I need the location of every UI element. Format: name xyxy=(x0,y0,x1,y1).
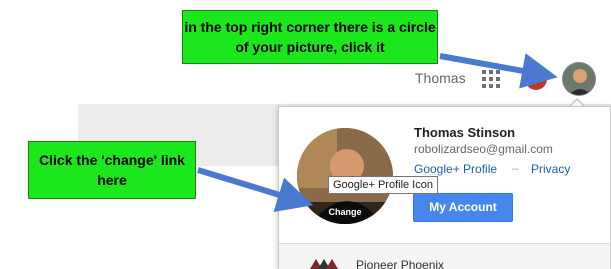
link-separator: – xyxy=(512,161,519,175)
profile-avatar-button[interactable] xyxy=(562,62,596,96)
account-name: Thomas Stinson xyxy=(414,125,516,140)
google-plus-profile-link[interactable]: Google+ Profile xyxy=(414,162,497,176)
privacy-link[interactable]: Privacy xyxy=(531,162,570,176)
profile-icon-tooltip: Google+ Profile Icon xyxy=(328,176,438,194)
instruction-callout-top: in the top right corner there is a circl… xyxy=(182,10,438,64)
account-email: robolizardseo@gmail.com xyxy=(414,142,553,156)
instruction-text-left: Click the 'change' link here xyxy=(39,152,185,188)
account-logo-icon xyxy=(310,259,338,269)
my-account-button[interactable]: My Account xyxy=(413,193,513,222)
other-account-name[interactable]: Pioneer Phoenix xyxy=(356,258,444,269)
topbar-user-name[interactable]: Thomas xyxy=(415,70,466,86)
change-photo-link[interactable]: Change xyxy=(297,202,393,224)
instruction-text-top: in the top right corner there is a circl… xyxy=(184,19,436,55)
apps-grid-icon[interactable] xyxy=(482,70,500,88)
notification-icon[interactable] xyxy=(525,68,547,90)
instruction-callout-left: Click the 'change' link here xyxy=(28,141,196,199)
